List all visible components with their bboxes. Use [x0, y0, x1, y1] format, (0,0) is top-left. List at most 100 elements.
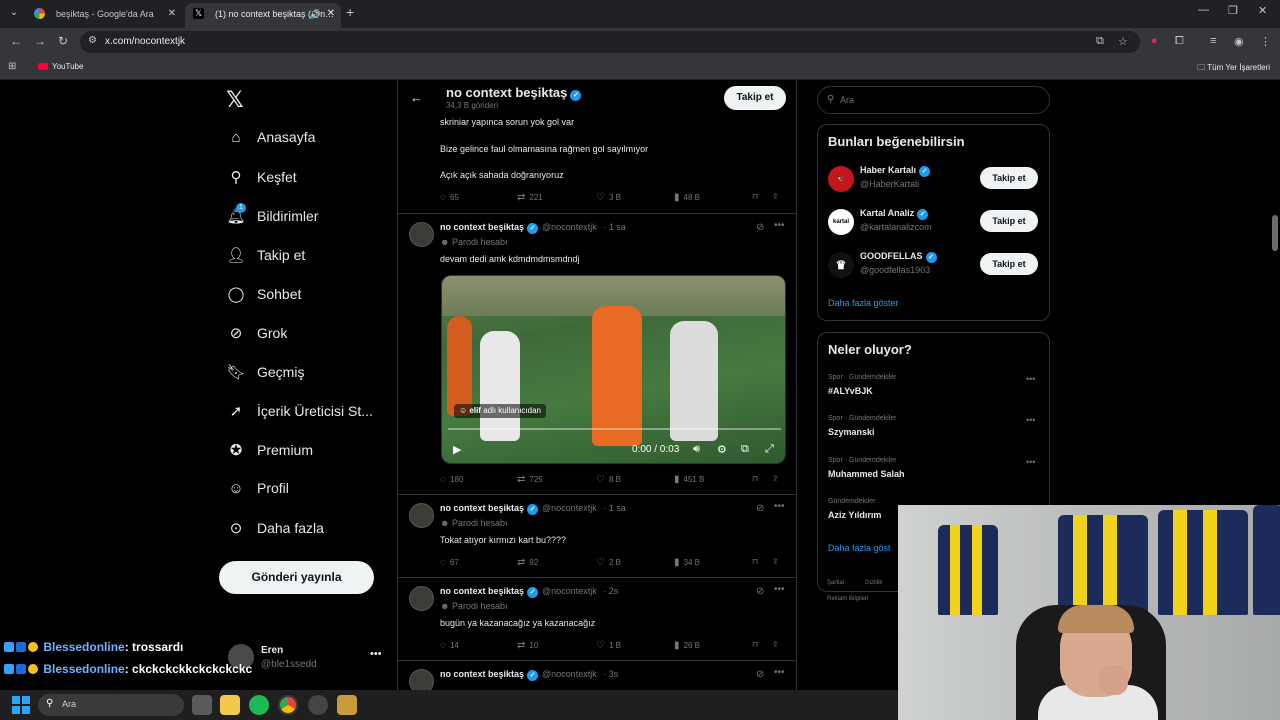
nav-item-home[interactable]: ⌂ Anasayfa: [226, 129, 315, 155]
suggestion-row[interactable]: ♛ GOODFELLAS ✓ @goodfellas1903 Takip et: [828, 250, 1040, 280]
follow-button[interactable]: Takip et: [980, 167, 1038, 189]
more-dots-icon[interactable]: •••: [370, 648, 382, 660]
back-arrow-icon[interactable]: ←: [410, 90, 423, 105]
new-tab-button[interactable]: +: [346, 4, 354, 20]
nav-item-creator-studio[interactable]: ➚ İçerik Üreticisi St...: [226, 402, 373, 428]
nav-item-explore[interactable]: ⚲ Keşfet: [226, 168, 297, 194]
volume-icon[interactable]: 🔊︎: [693, 443, 700, 456]
extensions-puzzle-icon[interactable]: ⧠: [1175, 35, 1184, 48]
nav-item-premium[interactable]: ✪ Premium: [226, 441, 313, 467]
avatar[interactable]: [409, 669, 434, 690]
search-field[interactable]: ⚲ Ara: [817, 86, 1050, 114]
post-button[interactable]: Gönderi yayınla: [219, 561, 374, 594]
follow-button[interactable]: Takip et: [980, 253, 1038, 275]
taskbar-search-placeholder[interactable]: Ara: [62, 699, 76, 709]
views-button[interactable]: ▮ 48 B: [674, 192, 700, 203]
site-info-icon[interactable]: ⚙: [88, 35, 97, 46]
back-icon[interactable]: ←: [10, 34, 22, 48]
suggestion-row[interactable]: kartal Kartal Analiz ✓ @kartalanalizcom T…: [828, 207, 1040, 237]
like-button[interactable]: ♡ 8 B: [596, 474, 621, 485]
search-placeholder[interactable]: Ara: [840, 95, 854, 105]
nav-item-more[interactable]: ⊙ Daha fazla: [226, 519, 324, 545]
maximize-window-icon[interactable]: ❐: [1228, 4, 1238, 17]
nav-item-follow[interactable]: 👤︎ Takip et: [226, 246, 305, 272]
nav-item-profile[interactable]: ☺ Profil: [226, 480, 289, 506]
bookmark-icon[interactable]: ⊓: [752, 640, 758, 649]
play-icon[interactable]: ▶: [453, 443, 461, 456]
audio-playing-icon[interactable]: 🔊: [310, 3, 321, 25]
views-button[interactable]: ▮ 451 B: [674, 474, 704, 485]
share-icon[interactable]: ⇪: [772, 557, 779, 566]
more-dots-icon[interactable]: •••: [1026, 415, 1035, 425]
browser-menu-icon[interactable]: ⋮: [1260, 35, 1271, 48]
bookmark-icon[interactable]: ⊓: [752, 474, 758, 483]
file-explorer-icon[interactable]: [220, 695, 240, 715]
repost-button[interactable]: ⇄ 10: [517, 640, 538, 651]
tweet[interactable]: no context beşiktaş ✓ @nocontextjk · 3s ⊘ …: [398, 660, 796, 690]
task-view-icon[interactable]: [192, 695, 212, 715]
like-button[interactable]: ♡ 1 B: [596, 640, 621, 651]
footer-link-terms[interactable]: Şartlar: [827, 580, 845, 586]
video-progress-bar[interactable]: [448, 428, 781, 430]
chrome-icon[interactable]: [278, 695, 298, 715]
nav-item-chat[interactable]: ◯ Sohbet: [226, 285, 302, 311]
apps-grid-icon[interactable]: ⊞: [8, 61, 16, 72]
video-player[interactable]: ☺ elif adlı kullanıcıdan ▶ 0:00 / 0:03 🔊…: [441, 275, 786, 464]
scrollbar-thumb[interactable]: [1272, 215, 1278, 251]
url-text[interactable]: x.com/nocontextjk: [105, 36, 185, 47]
browser-tab-x[interactable]: 𝕏 (1) no context beşiktaş (@n… 🔊 ✕: [185, 3, 341, 28]
tweet-author[interactable]: no context beşiktaş ✓ @nocontextjk · 1 sa: [440, 222, 626, 234]
more-dots-icon[interactable]: •••: [774, 667, 785, 678]
bookmark-icon[interactable]: ⊓: [752, 192, 758, 201]
avatar[interactable]: [409, 503, 434, 528]
reply-button[interactable]: ◌ 65: [440, 192, 459, 203]
repost-button[interactable]: ⇄ 92: [517, 557, 538, 568]
settings-gear-icon[interactable]: ⚙: [717, 443, 727, 456]
repost-button[interactable]: ⇄ 221: [517, 192, 543, 203]
more-dots-icon[interactable]: •••: [774, 220, 785, 231]
tweet-author[interactable]: no context beşiktaş ✓ @nocontextjk · 1 sa: [440, 503, 626, 515]
close-window-icon[interactable]: ✕: [1258, 4, 1267, 17]
views-button[interactable]: ▮ 34 B: [674, 557, 700, 568]
avatar[interactable]: [409, 222, 434, 247]
x-logo-icon[interactable]: 𝕏: [226, 88, 244, 113]
follow-button[interactable]: Takip et: [724, 86, 786, 110]
trend-row[interactable]: Spor · Gündemdekiler Muhammed Salah •••: [828, 457, 1040, 487]
forward-icon[interactable]: →: [34, 34, 46, 48]
pip-icon[interactable]: ⧉: [741, 443, 749, 456]
grok-icon[interactable]: ⊘: [756, 222, 764, 233]
follow-button[interactable]: Takip et: [980, 210, 1038, 232]
taskbar-search[interactable]: ⚲ Ara: [38, 694, 184, 716]
windows-start-icon[interactable]: [12, 696, 30, 714]
reload-icon[interactable]: ↻: [58, 34, 68, 48]
url-bar[interactable]: ⚙ x.com/nocontextjk ⧉ ☆: [80, 31, 1140, 53]
reply-button[interactable]: ◌ 67: [440, 557, 459, 568]
tweet-author[interactable]: no context beşiktaş ✓ @nocontextjk · 2s: [440, 586, 618, 598]
bookmark-icon[interactable]: ⊓: [752, 557, 758, 566]
spotify-icon[interactable]: [249, 695, 269, 715]
all-bookmarks-button[interactable]: 🗀 Tüm Yer İşaretleri: [1197, 62, 1270, 76]
suggestion-row[interactable]: 🦅 Haber Kartalı ✓ @HaberKartali Takip et: [828, 164, 1040, 194]
share-icon[interactable]: ⇪: [772, 640, 779, 649]
fullscreen-icon[interactable]: ⤢: [765, 443, 774, 456]
reading-list-icon[interactable]: ≡: [1210, 35, 1216, 47]
share-icon[interactable]: ⇪: [772, 474, 779, 483]
reply-button[interactable]: ◌ 180: [440, 474, 463, 485]
repost-button[interactable]: ⇄ 725: [517, 474, 543, 485]
trend-row[interactable]: Spor · Gündemdekiler #ALYvBJK •••: [828, 374, 1040, 404]
profile-avatar-icon[interactable]: ◉: [1234, 35, 1244, 48]
more-dots-icon[interactable]: •••: [774, 584, 785, 595]
show-more-link[interactable]: Daha fazla göster: [828, 298, 899, 308]
grok-icon[interactable]: ⊘: [756, 586, 764, 597]
nav-item-notifications[interactable]: 🔔︎ 1 Bildirimler: [226, 203, 318, 233]
browser-tab-google[interactable]: beşiktaş - Google'da Ara ✕: [26, 3, 182, 28]
footer-link-privacy[interactable]: Gizlilik: [865, 580, 882, 586]
more-dots-icon[interactable]: •••: [1026, 374, 1035, 384]
obs-icon[interactable]: [308, 695, 328, 715]
share-icon[interactable]: ⇪: [772, 192, 779, 201]
close-tab-icon[interactable]: ✕: [327, 3, 335, 25]
avatar[interactable]: [409, 586, 434, 611]
footer-link-ads[interactable]: Reklam Bilgileri: [827, 596, 868, 602]
extension-icon[interactable]: ●: [1151, 35, 1158, 47]
reply-button[interactable]: ◌ 14: [440, 640, 459, 651]
